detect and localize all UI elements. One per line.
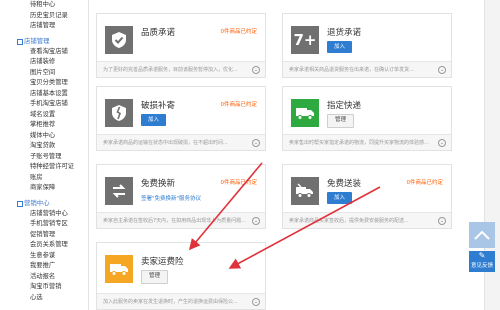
chevron-up-icon [474,230,490,240]
feedback-button[interactable]: ✎ 意见反馈 [469,251,495,272]
annotation-arrow [228,186,381,269]
scroll-to-top-button[interactable] [469,222,495,248]
feedback-icon: ✎ [478,251,486,260]
feedback-label: 意见反馈 [470,263,493,269]
annotation-arrows [188,162,381,269]
annotation-arrow [188,162,263,251]
